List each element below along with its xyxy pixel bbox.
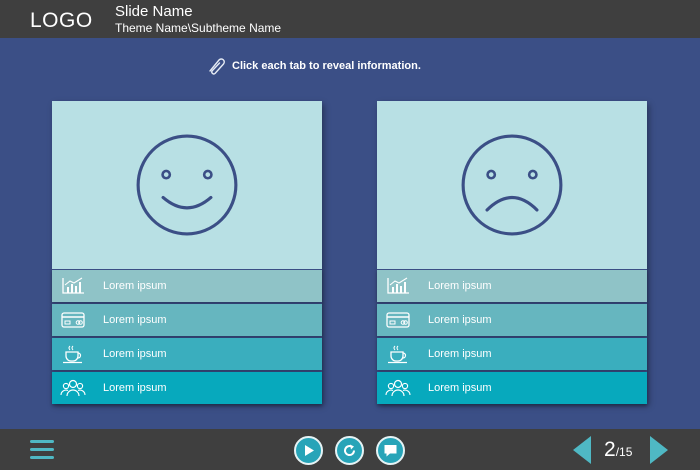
page-indicator: 2/15 xyxy=(604,438,632,462)
tab-1[interactable]: Lorem ipsum xyxy=(377,270,647,302)
face-panel xyxy=(52,101,322,269)
credit-card-icon xyxy=(385,310,411,330)
tab-label: Lorem ipsum xyxy=(103,280,167,292)
chat-button[interactable] xyxy=(376,436,405,465)
next-arrow-icon[interactable] xyxy=(649,435,669,465)
play-icon xyxy=(305,445,314,456)
instruction-text: Click each tab to reveal information. xyxy=(232,60,421,72)
slide-name: Slide Name xyxy=(115,3,193,20)
chart-icon xyxy=(60,276,86,296)
chat-icon xyxy=(384,445,397,457)
header-bar: LOGO Slide Name Theme Name\Subtheme Name xyxy=(0,0,700,38)
tab-label: Lorem ipsum xyxy=(428,348,492,360)
total-pages: /15 xyxy=(615,445,633,459)
tab-1[interactable]: Lorem ipsum xyxy=(52,270,322,302)
tab-label: Lorem ipsum xyxy=(428,280,492,292)
tab-label: Lorem ipsum xyxy=(103,382,167,394)
prev-arrow-icon[interactable] xyxy=(572,435,592,465)
smiley-face-icon xyxy=(136,134,238,236)
footer-bar: 2/15 xyxy=(0,429,700,470)
coffee-cup-icon xyxy=(60,344,86,364)
tab-2[interactable]: Lorem ipsum xyxy=(52,304,322,336)
tab-4[interactable]: Lorem ipsum xyxy=(52,372,322,404)
sad-face-icon xyxy=(461,134,563,236)
tab-label: Lorem ipsum xyxy=(103,348,167,360)
group-icon xyxy=(385,378,411,398)
tab-2[interactable]: Lorem ipsum xyxy=(377,304,647,336)
tab-label: Lorem ipsum xyxy=(428,382,492,394)
logo: LOGO xyxy=(30,9,93,32)
theme-name: Theme Name\Subtheme Name xyxy=(115,21,282,35)
tab-label: Lorem ipsum xyxy=(428,314,492,326)
current-page: 2 xyxy=(604,438,616,461)
chart-icon xyxy=(385,276,411,296)
card-negative: Lorem ipsum Lorem ipsum Lorem ipsum Lore… xyxy=(377,101,647,404)
replay-icon xyxy=(344,444,356,457)
card-positive: Lorem ipsum Lorem ipsum Lorem ipsum Lore… xyxy=(52,101,322,404)
tab-3[interactable]: Lorem ipsum xyxy=(377,338,647,370)
instruction: Click each tab to reveal information. xyxy=(206,56,421,76)
group-icon xyxy=(60,378,86,398)
coffee-cup-icon xyxy=(385,344,411,364)
menu-icon[interactable] xyxy=(30,440,54,460)
tab-3[interactable]: Lorem ipsum xyxy=(52,338,322,370)
face-panel xyxy=(377,101,647,269)
tab-4[interactable]: Lorem ipsum xyxy=(377,372,647,404)
paperclip-icon xyxy=(209,58,225,75)
credit-card-icon xyxy=(60,310,86,330)
play-button[interactable] xyxy=(294,436,323,465)
replay-button[interactable] xyxy=(335,436,364,465)
tab-label: Lorem ipsum xyxy=(103,314,167,326)
